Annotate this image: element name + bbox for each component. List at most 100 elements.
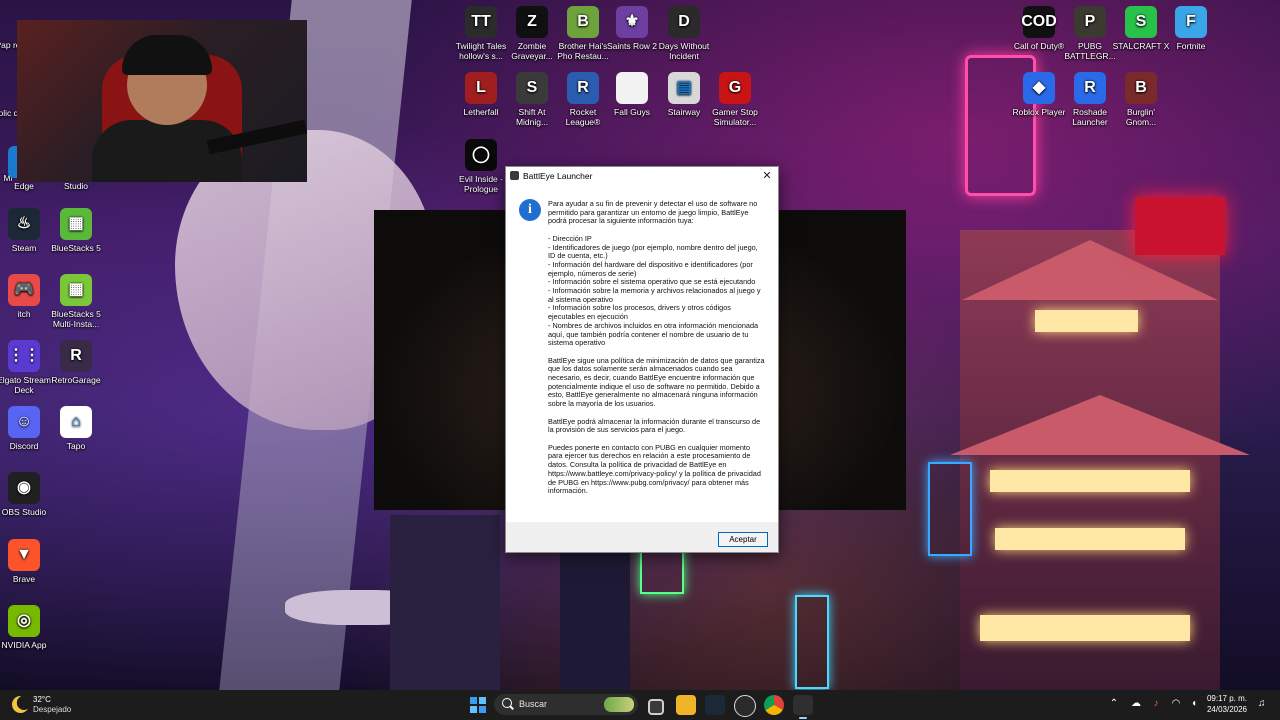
- desktop-icon[interactable]: ◎ NVIDIA App: [0, 605, 54, 650]
- dialog-body: i Para ayudar a su fin de prevenir y det…: [506, 185, 778, 522]
- notification-bell-icon[interactable]: ♫: [1258, 698, 1270, 710]
- roblox-icon: ◆: [1023, 72, 1055, 104]
- gamer-stop-icon: G: [719, 72, 751, 104]
- steam-icon: ♨: [8, 208, 40, 240]
- steam-taskbar-icon[interactable]: [705, 695, 725, 715]
- days-without-incident-icon: D: [668, 6, 700, 38]
- nvidia-icon: ◎: [8, 605, 40, 637]
- active-app-indicator: [799, 717, 807, 719]
- wallpaper-window-strip: [980, 615, 1190, 641]
- clock-time[interactable]: 09:17 p. m.: [1207, 694, 1247, 703]
- weather-temperature[interactable]: 32°C: [33, 695, 51, 704]
- battleye-dialog: BattlEye Launcher ✕ i Para ayudar a su f…: [505, 166, 779, 553]
- wallpaper-neon-sign-cyan: [795, 595, 829, 689]
- dialog-titlebar[interactable]: BattlEye Launcher ✕: [506, 167, 778, 185]
- desktop-icon[interactable]: ▦ BlueStacks 5: [46, 208, 106, 253]
- letherfall-icon: L: [465, 72, 497, 104]
- desktop-icon-label: Fall Guys: [614, 107, 650, 117]
- shift-at-midnight-icon: S: [516, 72, 548, 104]
- desktop-icon[interactable]: ◉ OBS Studio: [0, 472, 54, 517]
- wallpaper-tower: [390, 515, 500, 690]
- brother-hais-icon: B: [567, 6, 599, 38]
- desktop-icon[interactable]: R RetroGarage: [46, 340, 106, 385]
- dialog-message: Para ayudar a su fin de prevenir y detec…: [548, 199, 765, 496]
- obs-taskbar-icon[interactable]: [734, 695, 756, 717]
- webcam-overlay: [17, 20, 307, 182]
- roshade-icon: R: [1074, 72, 1106, 104]
- desktop-icon[interactable]: Fall Guys: [602, 72, 662, 117]
- desktop-icon[interactable]: ⌂ Tapo: [46, 406, 106, 451]
- wallpaper-window-strip: [990, 470, 1190, 492]
- desktop-icon[interactable]: ⚜ Saints Row 2: [602, 6, 662, 51]
- desktop-icon-label: Studio: [63, 181, 89, 191]
- wallpaper-window-strip: [1035, 310, 1138, 332]
- desktop-icon-label: RetroGarage: [51, 375, 101, 385]
- bluestacks-icon: ▦: [60, 208, 92, 240]
- desktop-icon-label: Brave: [12, 574, 36, 584]
- desktop-icon-label: Edge: [14, 181, 34, 191]
- accept-button[interactable]: Aceptar: [718, 532, 768, 547]
- desktop-icon[interactable]: ▦ BlueStacks 5 Multi-Insta...: [46, 274, 106, 329]
- wallpaper-neon-sign-blue: [928, 462, 972, 556]
- desktop-background: Pap re Aplic qu Mi TTTwilight Tales holl…: [0, 0, 1280, 690]
- search-label: Buscar: [519, 699, 548, 709]
- search-icon: [502, 698, 512, 708]
- battleye-taskbar-icon[interactable]: [793, 695, 813, 715]
- taskbar: 32°C Despejado Buscar ⌃ ☁ ♪ ◠ ◖ 09:17 p.…: [0, 690, 1280, 720]
- fall-guys-icon: [616, 72, 648, 104]
- saints-row-icon: ⚜: [616, 6, 648, 38]
- wifi-icon[interactable]: ◠: [1170, 698, 1182, 710]
- close-icon[interactable]: ✕: [760, 169, 774, 183]
- desktop-icon-label: Gamer Stop Simulator...: [712, 107, 758, 127]
- desktop-icon-label: NVIDIA App: [1, 640, 47, 650]
- stairway-icon: ▤: [668, 72, 700, 104]
- task-view-icon[interactable]: [648, 699, 664, 715]
- webcam-person-cap: [122, 35, 212, 75]
- desktop-icon[interactable]: F Fortnite: [1161, 6, 1221, 51]
- search-highlight-image: [604, 697, 634, 712]
- clock-date[interactable]: 24/03/2026: [1207, 705, 1247, 714]
- bluestacks-multi-icon: ▦: [60, 274, 92, 306]
- weather-moon-icon[interactable]: [12, 696, 29, 713]
- desktop-icon-label: Tapo: [66, 441, 86, 451]
- fortnite-icon: F: [1175, 6, 1207, 38]
- desktop-icon-label: BlueStacks 5 Multi-Insta...: [51, 309, 101, 329]
- discord-icon: ☺: [8, 406, 40, 438]
- evil-inside-icon: ◯: [465, 139, 497, 171]
- brave-icon: ▼: [8, 539, 40, 571]
- chevron-up-icon[interactable]: ⌃: [1108, 698, 1120, 710]
- desktop-icon-label: Burglin' Gnom...: [1125, 107, 1157, 127]
- obs-icon: ◉: [8, 472, 40, 504]
- twilight-tales-icon: TT: [465, 6, 497, 38]
- rocket-league-icon: R: [567, 72, 599, 104]
- desktop-icon[interactable]: ▼ Brave: [0, 539, 54, 584]
- wallpaper-neon-sign-red: [1135, 197, 1225, 255]
- burglin-gnomes-icon: B: [1125, 72, 1157, 104]
- taskbar-search-box[interactable]: Buscar: [494, 694, 638, 715]
- volume-icon[interactable]: ◖: [1188, 698, 1200, 710]
- zombie-graveyard-icon: Z: [516, 6, 548, 38]
- itch-icon: 🎮: [8, 274, 40, 306]
- desktop-icon[interactable]: ◯ Evil Inside - Prologue: [451, 139, 511, 194]
- desktop-icon[interactable]: G Gamer Stop Simulator...: [705, 72, 765, 127]
- microphone-icon[interactable]: ♪: [1150, 698, 1162, 710]
- weather-description[interactable]: Despejado: [33, 705, 71, 714]
- network-icon[interactable]: ☁: [1130, 698, 1142, 710]
- chrome-icon[interactable]: [764, 695, 784, 715]
- retrogarage-icon: R: [60, 340, 92, 372]
- desktop-icon[interactable]: B Burglin' Gnom...: [1111, 72, 1171, 127]
- call-of-duty-icon: COD: [1021, 6, 1057, 38]
- windows-start-icon[interactable]: [470, 697, 486, 713]
- desktop-icon-label: OBS Studio: [1, 507, 47, 517]
- pubg-icon: P: [1074, 6, 1106, 38]
- app-icon: [510, 171, 519, 180]
- desktop-icon-label: Days Without Incident: [658, 41, 710, 61]
- dialog-title: BattlEye Launcher: [523, 171, 593, 181]
- file-explorer-icon[interactable]: [676, 695, 696, 715]
- desktop-icon[interactable]: D Days Without Incident: [654, 6, 714, 61]
- desktop-icon-label: BlueStacks 5: [51, 243, 101, 253]
- desktop-icon-label: Saints Row 2: [606, 41, 658, 51]
- desktop-icon-label: Fortnite: [1176, 41, 1206, 51]
- stream-deck-icon: ⋮⋮: [8, 340, 40, 372]
- tapo-icon: ⌂: [60, 406, 92, 438]
